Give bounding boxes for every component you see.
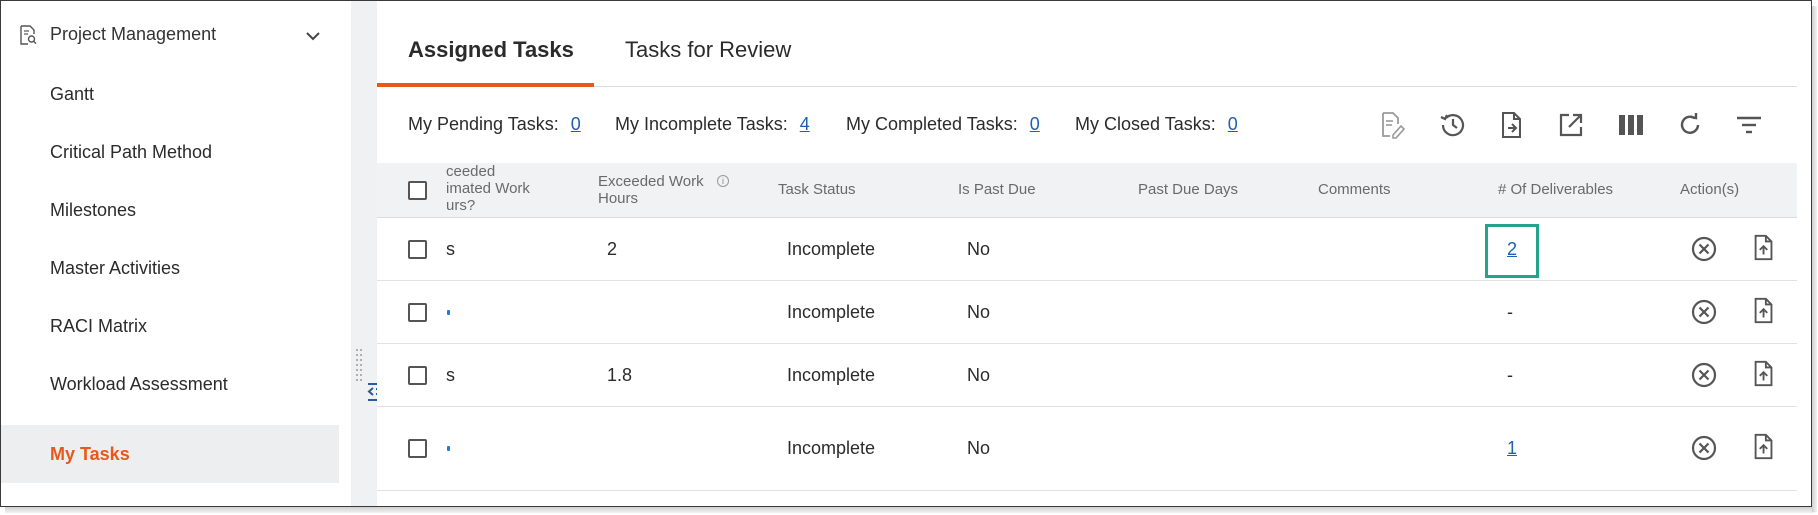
- resize-grip-icon[interactable]: [355, 347, 363, 387]
- grid-header-row: ceeded imated Work urs? Exceeded Work Ho…: [377, 163, 1797, 218]
- cell-task-status: Incomplete: [787, 365, 876, 385]
- truncated-marker: [447, 446, 450, 451]
- sidebar-item-my-tasks[interactable]: My Tasks: [1, 425, 339, 483]
- sidebar-item-label: Workload Assessment: [50, 373, 228, 394]
- tab-tasks-for-review[interactable]: Tasks for Review: [625, 37, 791, 63]
- table-row: s 2 Incomplete No 2: [377, 218, 1797, 281]
- cell-is-past-due: No: [967, 438, 991, 458]
- sidebar-item-milestones[interactable]: Milestones: [1, 181, 339, 239]
- incomplete-tasks-stat: My Incomplete Tasks: 4: [615, 114, 810, 135]
- task-summary-bar: My Pending Tasks: 0 My Incomplete Tasks: 4…: [377, 87, 1797, 163]
- column-header-line: Exceeded Work: [598, 173, 704, 190]
- tab-bar: Assigned Tasks Tasks for Review: [377, 1, 1797, 87]
- column-header-exceeded-work-hours[interactable]: Exceeded Work Hours: [598, 173, 704, 207]
- column-header-task-status[interactable]: Task Status: [778, 181, 856, 198]
- sidebar-item-workload-assessment[interactable]: Workload Assessment: [1, 355, 339, 413]
- window-shadow: [5, 507, 1815, 513]
- sidebar-item-gantt[interactable]: Gantt: [1, 65, 339, 123]
- cell-task-status: Incomplete: [787, 302, 876, 322]
- upload-document-icon[interactable]: [1750, 433, 1778, 461]
- row-checkbox[interactable]: [408, 439, 427, 458]
- sidebar-item-label: Master Activities: [50, 257, 181, 278]
- completed-tasks-stat: My Completed Tasks: 0: [846, 114, 1040, 135]
- cell-is-past-due: No: [967, 302, 991, 322]
- cancel-circle-icon[interactable]: [1690, 434, 1718, 462]
- cell-is-past-due: No: [967, 239, 991, 259]
- upload-document-icon[interactable]: [1750, 297, 1778, 325]
- cancel-circle-icon[interactable]: [1690, 361, 1718, 389]
- refresh-icon[interactable]: [1675, 110, 1705, 140]
- sidebar-item-label: Gantt: [50, 83, 95, 104]
- table-row: Incomplete No 1: [377, 407, 1797, 491]
- columns-icon[interactable]: [1616, 110, 1646, 140]
- cell-exceeded-work-hours: 2: [607, 239, 618, 259]
- closed-tasks-label: My Closed Tasks:: [1075, 114, 1216, 134]
- info-icon[interactable]: i: [717, 175, 729, 187]
- column-header-is-past-due[interactable]: Is Past Due: [958, 181, 1036, 198]
- cell-is-past-due: No: [967, 365, 991, 385]
- cell-deliverables: -: [1507, 302, 1513, 322]
- column-header-actions: Action(s): [1680, 181, 1740, 198]
- incomplete-tasks-label: My Incomplete Tasks:: [615, 114, 788, 134]
- sidebar-item-master-activities[interactable]: Master Activities: [1, 239, 339, 297]
- closed-tasks-link[interactable]: 0: [1228, 114, 1238, 134]
- filter-icon[interactable]: [1734, 110, 1764, 140]
- cell-exceeded-estimated: s: [446, 239, 455, 259]
- closed-tasks-stat: My Closed Tasks: 0: [1075, 114, 1238, 135]
- column-header-line: imated Work: [446, 180, 530, 197]
- sidebar-item-label: My Tasks: [50, 443, 130, 464]
- cancel-circle-icon[interactable]: [1690, 298, 1718, 326]
- table-row: Incomplete No -: [377, 281, 1797, 344]
- pending-tasks-label: My Pending Tasks:: [408, 114, 559, 134]
- select-all-checkbox[interactable]: [408, 181, 427, 200]
- sidebar-section-header[interactable]: Project Management: [1, 11, 351, 59]
- pending-tasks-link[interactable]: 0: [571, 114, 581, 134]
- sidebar-header-title: Project Management: [50, 24, 217, 44]
- document-search-icon: [20, 25, 37, 45]
- column-header-past-due-days[interactable]: Past Due Days: [1138, 181, 1238, 198]
- cell-task-status: Incomplete: [787, 239, 876, 259]
- column-header-comments[interactable]: Comments: [1318, 181, 1391, 198]
- column-header-deliverables[interactable]: # Of Deliverables: [1498, 181, 1613, 198]
- truncated-marker: [447, 310, 450, 315]
- table-row: s 1.8 Incomplete No -: [377, 344, 1797, 407]
- row-checkbox[interactable]: [408, 366, 427, 385]
- column-header-exceeded-estimated-work-hours[interactable]: ceeded imated Work urs?: [446, 163, 530, 214]
- sidebar-item-critical-path-method[interactable]: Critical Path Method: [1, 123, 339, 181]
- cell-exceeded-estimated: s: [446, 365, 455, 385]
- sidebar-item-label: Critical Path Method: [50, 141, 213, 162]
- row-checkbox[interactable]: [408, 240, 427, 259]
- cell-task-status: Incomplete: [787, 438, 876, 458]
- column-header-line: ceeded: [446, 163, 496, 180]
- cancel-circle-icon[interactable]: [1690, 235, 1718, 263]
- history-icon[interactable]: [1437, 110, 1467, 140]
- incomplete-tasks-link[interactable]: 4: [800, 114, 810, 134]
- upload-document-icon[interactable]: [1750, 234, 1778, 262]
- sidebar: Project Management Gantt Critical Path M…: [1, 1, 351, 506]
- deliverables-link[interactable]: 1: [1507, 438, 1517, 459]
- completed-tasks-link[interactable]: 0: [1030, 114, 1040, 134]
- cell-exceeded-work-hours: 1.8: [607, 365, 633, 385]
- upload-document-icon[interactable]: [1750, 360, 1778, 388]
- open-external-icon[interactable]: [1556, 110, 1586, 140]
- column-header-line: urs?: [446, 197, 476, 214]
- sidebar-item-label: RACI Matrix: [50, 315, 148, 336]
- tab-assigned-tasks[interactable]: Assigned Tasks: [408, 37, 574, 63]
- row-checkbox[interactable]: [408, 303, 427, 322]
- sidebar-item-raci-matrix[interactable]: RACI Matrix: [1, 297, 339, 355]
- highlight-box: [1485, 224, 1539, 278]
- main-content: Assigned Tasks Tasks for Review My Pendi…: [377, 1, 1811, 506]
- edit-document-icon[interactable]: [1377, 110, 1407, 140]
- chevron-down-icon[interactable]: [303, 26, 323, 46]
- sidebar-gutter: [351, 1, 377, 506]
- sidebar-item-label: Milestones: [50, 199, 137, 220]
- app-window: Project Management Gantt Critical Path M…: [0, 0, 1812, 507]
- window-shadow: [1812, 6, 1817, 512]
- export-document-icon[interactable]: [1497, 110, 1527, 140]
- cell-deliverables: -: [1507, 365, 1513, 385]
- column-header-line: Hours: [598, 190, 639, 207]
- pending-tasks-stat: My Pending Tasks: 0: [408, 114, 581, 135]
- completed-tasks-label: My Completed Tasks:: [846, 114, 1018, 134]
